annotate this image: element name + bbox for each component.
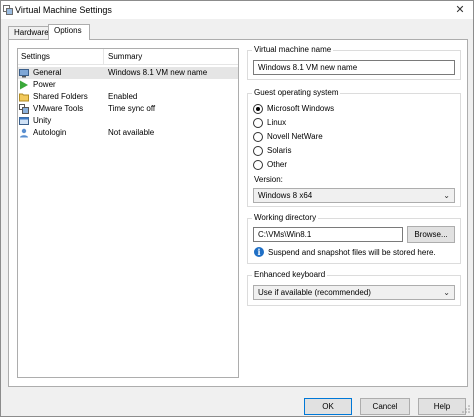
resize-grip-icon[interactable] xyxy=(461,404,471,414)
guest-os-label: Guest operating system xyxy=(252,88,341,97)
vm-name-group: Virtual machine name Windows 8.1 VM new … xyxy=(247,45,461,80)
row-name: Power xyxy=(33,80,56,89)
info-icon: i xyxy=(254,247,264,257)
autologin-icon xyxy=(20,128,28,138)
tab-hardware-label: Hardware xyxy=(14,28,49,37)
row-summary: Time sync off xyxy=(108,104,156,113)
radio-label: Novell NetWare xyxy=(267,132,323,141)
help-button[interactable]: Help xyxy=(418,398,466,415)
guest-os-group: Guest operating system Microsoft Windows… xyxy=(247,88,461,207)
row-summary: Windows 8.1 VM new name xyxy=(108,68,208,77)
enhanced-keyboard-group: Enhanced keyboard Use if available (reco… xyxy=(247,270,461,306)
list-row-vmware-tools[interactable]: VMware Tools Time sync off xyxy=(18,103,238,115)
enhanced-keyboard-select[interactable]: Use if available (recommended) ⌄ xyxy=(253,285,455,300)
row-name: VMware Tools xyxy=(33,104,84,113)
radio-label: Linux xyxy=(267,118,287,127)
radio-button[interactable] xyxy=(253,132,263,142)
working-directory-label: Working directory xyxy=(252,213,319,222)
close-window-button[interactable]: ✕ xyxy=(453,3,467,17)
radio-label: Solaris xyxy=(267,146,292,155)
general-icon xyxy=(19,69,29,78)
enhanced-keyboard-value: Use if available (recommended) xyxy=(258,288,371,297)
version-select-value: Windows 8 x64 xyxy=(258,191,313,200)
ok-button[interactable]: OK xyxy=(304,398,352,415)
virtual-machine-settings-window: Virtual Machine Settings ✕ Hardware Opti… xyxy=(0,0,474,417)
vmware-app-icon xyxy=(3,5,13,15)
chevron-down-icon: ⌄ xyxy=(443,288,450,297)
row-name: Unity xyxy=(33,116,52,125)
vmware-tools-icon xyxy=(19,104,29,114)
list-row-general[interactable]: General Windows 8.1 VM new name xyxy=(18,67,238,79)
tab-options-label: Options xyxy=(54,26,82,35)
radio-button[interactable] xyxy=(253,118,263,128)
version-select[interactable]: Windows 8 x64 ⌄ xyxy=(253,188,455,203)
settings-list[interactable]: Settings Summary General Windows 8.1 VM … xyxy=(17,48,239,378)
cancel-button[interactable]: Cancel xyxy=(360,398,410,415)
shared-folders-icon xyxy=(19,93,29,102)
row-name: Autologin xyxy=(33,128,67,137)
vm-name-field[interactable]: Windows 8.1 VM new name xyxy=(253,60,455,75)
unity-icon xyxy=(19,117,29,125)
radio-label: Other xyxy=(267,160,288,169)
radio-label: Microsoft Windows xyxy=(267,104,335,113)
tab-options[interactable]: Options xyxy=(48,24,90,40)
column-header-settings[interactable]: Settings xyxy=(21,52,50,61)
window-title: Virtual Machine Settings xyxy=(15,5,112,15)
enhanced-keyboard-label: Enhanced keyboard xyxy=(252,270,328,279)
title-bar[interactable]: Virtual Machine Settings ✕ xyxy=(1,1,473,19)
browse-button[interactable]: Browse... xyxy=(407,226,455,243)
column-divider[interactable] xyxy=(103,49,104,65)
radio-button[interactable] xyxy=(253,160,263,170)
options-panel: Settings Summary General Windows 8.1 VM … xyxy=(8,39,468,387)
chevron-down-icon: ⌄ xyxy=(443,191,450,200)
row-name: General xyxy=(33,68,62,77)
working-directory-group: Working directory C:\VMs\Win8.1 Browse..… xyxy=(247,213,461,264)
version-label: Version: xyxy=(254,175,283,184)
row-summary: Not available xyxy=(108,128,155,137)
tab-hardware[interactable]: Hardware xyxy=(8,26,49,39)
list-row-shared-folders[interactable]: Shared Folders Enabled xyxy=(18,91,238,103)
row-summary: Enabled xyxy=(108,92,138,101)
vm-name-label: Virtual machine name xyxy=(252,45,334,54)
list-row-power[interactable]: Power xyxy=(18,79,238,91)
working-directory-note: Suspend and snapshot files will be store… xyxy=(268,248,436,257)
column-header-summary[interactable]: Summary xyxy=(108,52,142,61)
list-row-unity[interactable]: Unity xyxy=(18,115,238,127)
radio-button[interactable] xyxy=(253,104,263,114)
list-header: Settings Summary xyxy=(18,49,238,65)
row-name: Shared Folders xyxy=(33,92,88,101)
radio-button[interactable] xyxy=(253,146,263,156)
list-row-autologin[interactable]: Autologin Not available xyxy=(18,127,238,139)
power-icon xyxy=(20,80,28,90)
working-directory-field[interactable]: C:\VMs\Win8.1 xyxy=(253,227,403,242)
